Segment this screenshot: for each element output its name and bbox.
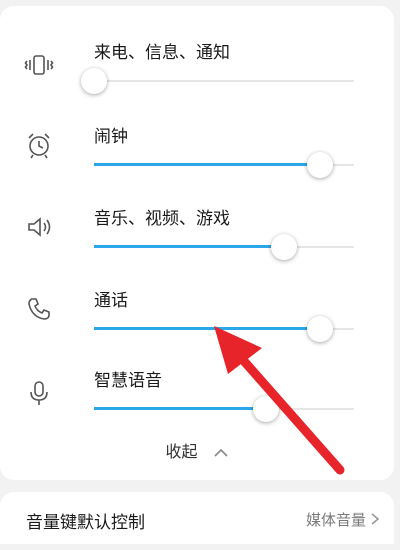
media-volume-slider[interactable] [94,232,354,262]
default-control-value: 媒体音量 [305,511,366,529]
phone-icon [24,294,54,324]
slider-thumb[interactable] [270,234,297,260]
slider-thumb[interactable] [307,316,334,342]
volume-row-media: 音乐、视频、游戏 [0,198,394,280]
volume-row-label: 智慧语音 [94,371,162,391]
slider-thumb[interactable] [307,152,334,178]
volume-row-label: 音乐、视频、游戏 [94,209,230,229]
default-control-title: 音量键默认控制 [26,513,145,533]
alarm-clock-icon [24,130,54,160]
slider-track [94,80,354,82]
volume-row-label: 来电、信息、通知 [94,43,230,63]
volume-row-voice-assistant: 智慧语音 [0,362,394,444]
volume-row-alarm: 闹钟 [0,116,394,198]
chevron-up-icon [213,443,229,462]
collapse-label: 收起 [165,442,198,461]
slider-fill [94,327,321,330]
slider-thumb[interactable] [81,68,107,94]
voice-assistant-volume-slider[interactable] [94,394,354,424]
call-volume-slider[interactable] [94,314,354,344]
slider-fill [94,407,266,410]
volume-panel: 来电、信息、通知 闹钟 音乐、视频、游戏 通话 智慧语音 收起 [0,6,394,480]
slider-fill [94,163,321,166]
microphone-icon [24,378,54,408]
alarm-volume-slider[interactable] [94,150,354,180]
volume-row-call: 通话 [0,280,394,362]
volume-key-default-control-row[interactable]: 音量键默认控制 媒体音量 [0,492,394,544]
notifications-volume-slider[interactable] [81,66,354,96]
volume-row-label: 闹钟 [94,127,128,147]
slider-thumb[interactable] [252,396,279,422]
speaker-icon [24,212,54,242]
slider-fill [94,245,284,248]
chevron-right-icon [370,511,380,525]
volume-row-notifications: 来电、信息、通知 [0,34,394,116]
vibrate-icon [24,50,54,80]
volume-row-label: 通话 [94,291,128,311]
collapse-button[interactable]: 收起 [0,438,394,462]
